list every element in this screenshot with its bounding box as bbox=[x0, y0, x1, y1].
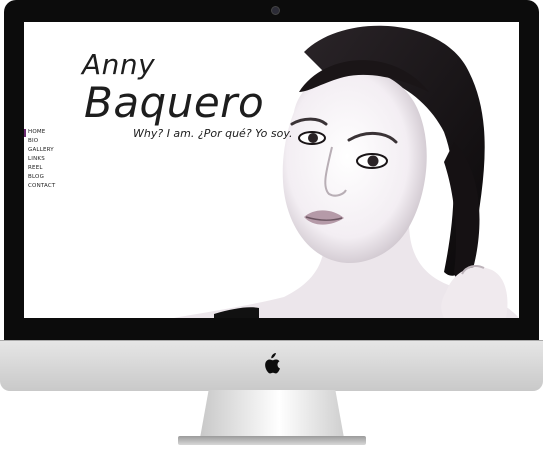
nav-item-contact[interactable]: CONTACT bbox=[28, 182, 55, 191]
site-name-last: Baquero bbox=[84, 78, 265, 127]
monitor-stand bbox=[200, 390, 344, 438]
imac-monitor: Anny Baquero Why? I am. ¿Por qué? Yo soy… bbox=[0, 0, 543, 450]
nav-item-bio[interactable]: BIO bbox=[28, 137, 55, 146]
site-name-first: Anny bbox=[82, 48, 156, 81]
monitor-stand-base bbox=[178, 436, 366, 445]
site-tagline: Why? I am. ¿Por qué? Yo soy. bbox=[133, 127, 293, 140]
nav-item-reel[interactable]: REEL bbox=[28, 164, 55, 173]
nav-item-home[interactable]: HOME bbox=[28, 128, 55, 137]
nav-active-marker bbox=[24, 129, 26, 137]
nav-item-blog[interactable]: BLOG bbox=[28, 173, 55, 182]
nav-item-gallery[interactable]: GALLERY bbox=[28, 146, 55, 155]
nav-item-links[interactable]: LINKS bbox=[28, 155, 55, 164]
apple-logo-icon bbox=[265, 353, 280, 374]
camera-icon bbox=[271, 6, 280, 15]
hero-portrait-photo bbox=[174, 25, 519, 318]
website-screen: Anny Baquero Why? I am. ¿Por qué? Yo soy… bbox=[24, 22, 519, 318]
main-nav: HOME BIO GALLERY LINKS REEL BLOG CONTACT bbox=[28, 128, 55, 191]
